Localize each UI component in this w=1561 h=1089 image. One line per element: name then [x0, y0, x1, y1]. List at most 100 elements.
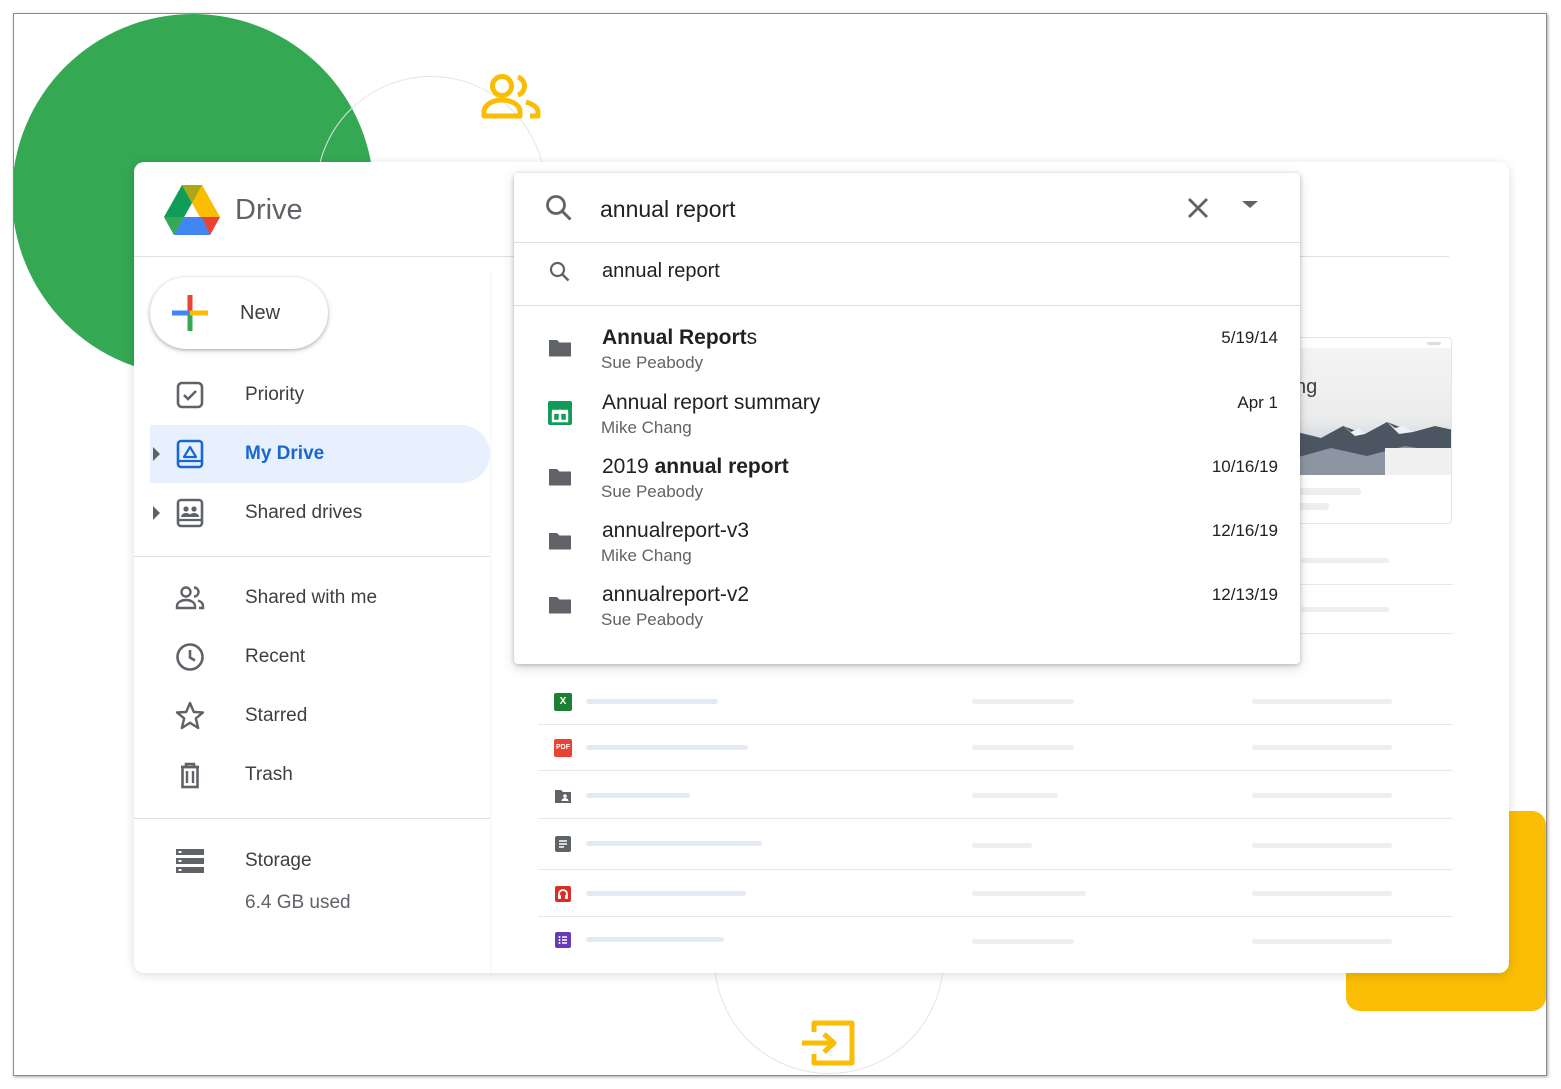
file-row[interactable]: PDF: [538, 725, 1453, 771]
file-row[interactable]: [538, 773, 1453, 819]
storage-icon: [176, 849, 204, 873]
row-owner-placeholder: [972, 793, 1058, 798]
brand-name: Drive: [235, 193, 303, 226]
storage-used-text: 6.4 GB used: [245, 892, 351, 913]
sidebar-item-shared-with-me[interactable]: Shared with me: [150, 569, 490, 627]
row-name-placeholder: [586, 891, 746, 896]
close-icon[interactable]: [1184, 194, 1212, 222]
my-drive-icon: [176, 439, 204, 469]
sidebar-item-recent[interactable]: Recent: [150, 628, 490, 686]
result-date: 5/19/14: [1221, 328, 1278, 347]
row-date-placeholder: [1252, 745, 1392, 750]
result-date: 12/13/19: [1211, 585, 1278, 604]
row-owner-placeholder: [972, 843, 1032, 848]
sidebar-edge: [490, 272, 492, 972]
new-button-label: New: [240, 301, 281, 324]
result-owner: Sue Peabody: [601, 610, 704, 629]
row-name-placeholder: [586, 793, 690, 798]
drive-app-window: Drive New Priority My Drive Shared drive…: [134, 162, 1509, 973]
sidebar-item-starred[interactable]: Starred: [150, 687, 490, 745]
new-button[interactable]: New: [150, 277, 328, 349]
row-name-placeholder: [586, 699, 718, 704]
search-icon[interactable]: [544, 193, 574, 223]
folder-icon: [549, 533, 571, 550]
folder-icon: [549, 469, 571, 486]
sidebar-item-my-drive[interactable]: My Drive: [150, 425, 490, 483]
search-options-icon[interactable]: [1242, 201, 1258, 208]
result-date: Apr 1: [1237, 393, 1278, 412]
sidebar-item-label: Shared drives: [245, 502, 363, 523]
star-icon: [175, 701, 205, 730]
result-owner: Mike Chang: [601, 546, 692, 565]
trash-icon: [181, 762, 199, 789]
drive-logo-icon: [164, 185, 220, 235]
sidebar-item-label: Starred: [245, 705, 308, 726]
row-date-placeholder: [1252, 843, 1392, 848]
sheets-icon: [548, 401, 572, 425]
result-title: 2019 annual report: [602, 455, 789, 479]
sidebar-item-label: Priority: [245, 384, 305, 405]
row-date-placeholder: [1252, 793, 1392, 798]
search-input[interactable]: [600, 191, 1160, 227]
sidebar-item-trash[interactable]: Trash: [150, 746, 490, 804]
sidebar-item-label: Recent: [245, 646, 306, 667]
move-to-icon: [802, 1020, 855, 1066]
row-name-placeholder: [586, 745, 748, 750]
expand-caret-icon[interactable]: [153, 447, 160, 461]
file-row[interactable]: [538, 821, 1453, 870]
search-result[interactable]: Annual report summary Mike Chang Apr 1: [514, 387, 1300, 449]
row-owner-placeholder: [972, 939, 1074, 944]
row-owner-placeholder: [972, 891, 1086, 896]
search-result[interactable]: annualreport-v3 Mike Chang 12/16/19: [514, 515, 1300, 577]
search-icon: [549, 261, 570, 282]
result-title-prefix: 2019: [602, 455, 655, 478]
folder-icon: [549, 597, 571, 614]
result-title-match: annual report: [654, 455, 789, 478]
row-owner-placeholder: [972, 699, 1074, 704]
screenshot-frame: Drive New Priority My Drive Shared drive…: [13, 13, 1547, 1076]
forms-icon: [555, 932, 571, 948]
file-row[interactable]: [538, 871, 1453, 917]
result-date: 12/16/19: [1211, 521, 1278, 540]
sidebar-item-shared-drives[interactable]: Shared drives: [150, 484, 490, 542]
row-date-placeholder: [1252, 891, 1392, 896]
row-placeholder: [1301, 607, 1389, 612]
row-name-placeholder: [586, 937, 724, 942]
result-owner: Sue Peabody: [601, 353, 704, 372]
result-title: annualreport-v2: [602, 583, 750, 606]
result-owner: Mike Chang: [601, 418, 692, 437]
file-row[interactable]: [538, 917, 1453, 963]
sidebar-item-storage[interactable]: Storage: [150, 832, 490, 890]
sidebar-item-label: Storage: [245, 850, 312, 871]
sidebar-item-label: Trash: [245, 764, 293, 785]
result-date: 10/16/19: [1211, 457, 1278, 476]
plus-icon: [172, 295, 208, 331]
priority-icon: [176, 381, 204, 409]
result-owner: Sue Peabody: [601, 482, 704, 501]
search-result[interactable]: 2019 annual report Sue Peabody 10/16/19: [514, 451, 1300, 513]
row-owner-placeholder: [972, 745, 1074, 750]
sidebar-divider: [134, 556, 490, 557]
people-icon: [481, 74, 541, 119]
search-result[interactable]: annualreport-v2 Sue Peabody 12/13/19: [514, 579, 1300, 641]
search-bar: [514, 173, 1300, 243]
search-dropdown: annual report Annual Reports Sue Peabody…: [514, 173, 1300, 664]
search-suggestion[interactable]: annual report: [514, 243, 1300, 306]
sidebar-item-priority[interactable]: Priority: [150, 366, 490, 424]
shared-folder-icon: [555, 790, 571, 803]
shared-with-me-icon: [175, 586, 205, 610]
expand-caret-icon[interactable]: [153, 506, 160, 520]
sidebar-item-label: Shared with me: [245, 587, 378, 608]
row-date-placeholder: [1252, 699, 1392, 704]
suggestion-text: annual report: [602, 260, 720, 282]
search-result[interactable]: Annual Reports Sue Peabody 5/19/14: [514, 322, 1300, 384]
audio-icon: [555, 886, 571, 902]
brand[interactable]: Drive: [164, 184, 303, 236]
result-title: Annual report summary: [602, 391, 821, 414]
pdf-icon: PDF: [554, 739, 572, 757]
result-title-rest: s: [746, 326, 758, 349]
result-title: Annual Reports: [602, 326, 757, 350]
file-row[interactable]: X: [538, 679, 1453, 725]
sidebar-item-label: My Drive: [245, 443, 325, 464]
preview-decoration: [1427, 342, 1441, 345]
